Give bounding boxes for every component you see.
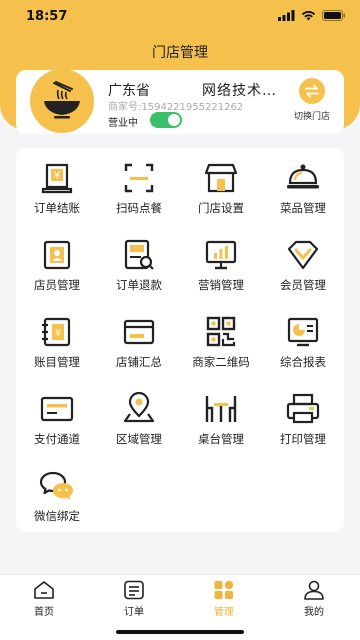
store-summary-icon: [119, 314, 159, 350]
menu-item-order-refund[interactable]: 订单退款: [98, 225, 180, 299]
scan-order-icon: [119, 160, 159, 196]
profile-icon: [302, 579, 326, 601]
status-time: 18:57: [26, 9, 68, 24]
tab-manage[interactable]: 管理: [194, 579, 254, 618]
menu-item-member[interactable]: 会员管理: [262, 225, 344, 299]
noodle-bowl-icon: [44, 81, 80, 119]
wifi-icon: [301, 10, 316, 21]
menu-item-dish-management[interactable]: 菜品管理: [262, 148, 344, 222]
business-status-toggle[interactable]: [150, 112, 182, 128]
manage-icon: [212, 579, 236, 601]
tab-orders[interactable]: 订单: [104, 579, 164, 618]
menu-item-label: 店员管理: [34, 278, 80, 292]
menu-item-wechat[interactable]: 微信绑定: [16, 456, 98, 530]
menu-item-order-checkout[interactable]: ¥ 订单结账: [16, 148, 98, 222]
menu-item-store-settings[interactable]: 门店设置: [180, 148, 262, 222]
business-status-label: 营业中: [108, 118, 138, 129]
menu-item-printer[interactable]: 打印管理: [262, 379, 344, 453]
tab-profile[interactable]: 我的: [284, 579, 344, 618]
menu-item-staff-management[interactable]: 店员管理: [16, 225, 98, 299]
accounts-icon: ¥: [37, 314, 77, 350]
status-bar: 18:57: [0, 0, 360, 34]
menu-item-label: 营销管理: [198, 278, 244, 292]
marketing-icon: [201, 237, 241, 273]
battery-icon: [322, 10, 346, 21]
page-title: 门店管理: [152, 45, 208, 61]
orders-icon: [122, 579, 146, 601]
svg-text:¥: ¥: [55, 328, 61, 339]
switch-store-label: 切换门店: [293, 112, 330, 122]
report-icon: [283, 314, 323, 350]
management-grid: ¥ 订单结账 扫码点餐 门店设置 菜品管理 店员管理 订单退款 营销管理 会员管…: [16, 148, 344, 532]
member-icon: [283, 237, 323, 273]
menu-item-scan-order[interactable]: 扫码点餐: [98, 148, 180, 222]
tab-label: 首页: [34, 607, 54, 618]
menu-item-marketing[interactable]: 营销管理: [180, 225, 262, 299]
table-icon: [201, 391, 241, 427]
tab-label: 管理: [214, 607, 234, 618]
menu-item-label: 扫码点餐: [116, 201, 162, 215]
order-refund-icon: [119, 237, 159, 273]
menu-item-label: 订单退款: [116, 278, 162, 292]
menu-item-store-summary[interactable]: 店铺汇总: [98, 302, 180, 376]
tab-label: 订单: [124, 607, 144, 618]
order-checkout-icon: ¥: [37, 160, 77, 196]
menu-item-label: 会员管理: [280, 278, 326, 292]
menu-item-label: 综合报表: [280, 355, 326, 369]
menu-item-label: 微信绑定: [34, 509, 80, 523]
menu-item-label: 菜品管理: [280, 201, 326, 215]
switch-arrows-icon: [299, 78, 325, 104]
menu-item-label: 打印管理: [280, 432, 326, 446]
merchant-id: 商家号:1594221955221262: [108, 102, 244, 113]
signal-icon: [278, 10, 295, 21]
store-settings-icon: [201, 160, 241, 196]
menu-item-payment-channel[interactable]: 支付通道: [16, 379, 98, 453]
menu-item-label: 订单结账: [34, 201, 80, 215]
wechat-icon: [37, 468, 77, 504]
menu-item-table[interactable]: 桌台管理: [180, 379, 262, 453]
menu-item-qrcode[interactable]: 商家二维码: [180, 302, 262, 376]
menu-item-accounts[interactable]: ¥ 账目管理: [16, 302, 98, 376]
menu-item-label: 店铺汇总: [116, 355, 162, 369]
menu-item-area[interactable]: 区域管理: [98, 379, 180, 453]
menu-item-label: 门店设置: [198, 201, 244, 215]
qrcode-icon: [201, 314, 241, 350]
menu-item-label: 桌台管理: [198, 432, 244, 446]
area-icon: [119, 391, 159, 427]
staff-management-icon: [37, 237, 77, 273]
dish-management-icon: [283, 160, 323, 196]
menu-item-report[interactable]: 综合报表: [262, 302, 344, 376]
payment-channel-icon: [37, 391, 77, 427]
toggle-knob: [168, 114, 180, 126]
svg-text:¥: ¥: [54, 171, 60, 182]
switch-store-button[interactable]: 切换门店: [286, 78, 338, 122]
store-province: 广东省: [108, 83, 150, 99]
store-name: 网络技术…: [202, 83, 277, 99]
tab-home[interactable]: 首页: [14, 579, 74, 618]
tab-label: 我的: [304, 607, 324, 618]
store-avatar: [30, 69, 94, 133]
home-indicator: [116, 630, 244, 634]
store-card: 广东省 网络技术… 商家号:1594221955221262 营业中 切换门店: [16, 69, 344, 134]
menu-item-label: 支付通道: [34, 432, 80, 446]
printer-icon: [283, 391, 323, 427]
menu-item-label: 账目管理: [34, 355, 80, 369]
status-icons: [278, 10, 346, 21]
home-icon: [32, 579, 56, 601]
menu-item-label: 区域管理: [116, 432, 162, 446]
menu-item-label: 商家二维码: [192, 355, 250, 369]
